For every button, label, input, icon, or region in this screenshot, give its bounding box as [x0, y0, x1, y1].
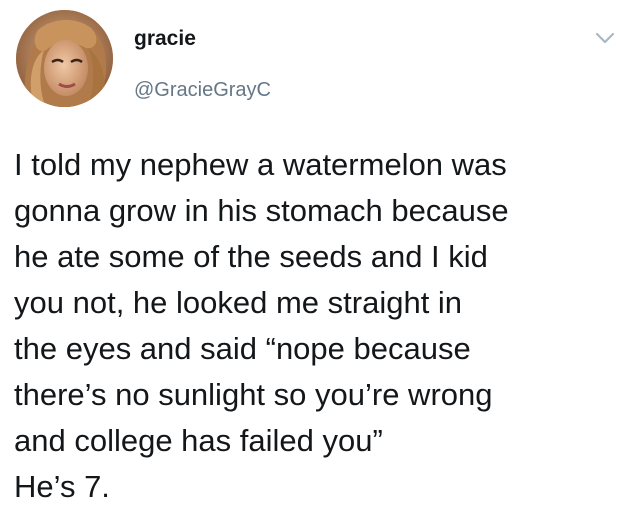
chevron-down-icon[interactable]	[594, 30, 616, 46]
tweet-text-line: and college has failed you”	[14, 423, 383, 458]
tweet-text-line: you not, he looked me straight in	[14, 285, 463, 320]
avatar[interactable]	[16, 10, 113, 107]
tweet-text-line: He’s 7.	[14, 469, 110, 504]
user-handle[interactable]: @GracieGrayC	[134, 78, 271, 102]
tweet-text-line: there’s no sunlight so you’re wrong	[14, 377, 493, 412]
display-name[interactable]: gracie	[134, 27, 196, 51]
tweet-text-line: I told my nephew a watermelon was	[14, 147, 507, 182]
tweet-text: I told my nephew a watermelon was gonna …	[14, 142, 634, 510]
avatar-photo	[16, 10, 113, 107]
tweet-text-line: the eyes and said “nope because	[14, 331, 471, 366]
tweet-card: gracie @GracieGrayC I told my nephew a w…	[0, 0, 641, 523]
tweet-text-line: he ate some of the seeds and I kid	[14, 239, 488, 274]
tweet-text-line: gonna grow in his stomach because	[14, 193, 509, 228]
